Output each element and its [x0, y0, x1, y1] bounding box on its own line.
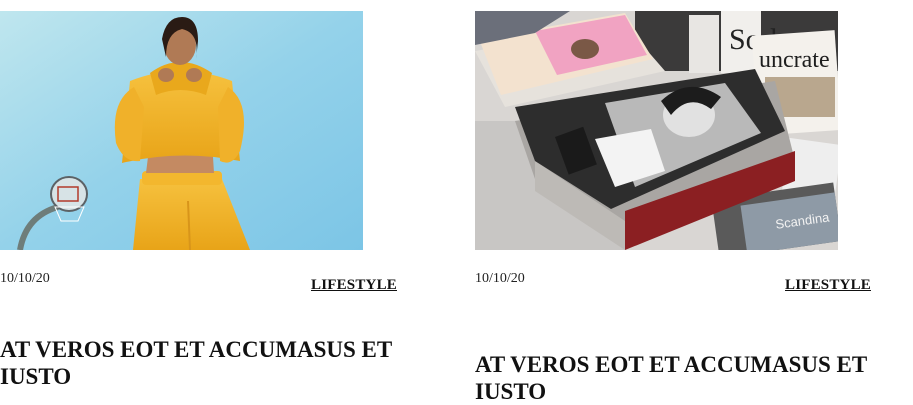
post-date: 10/10/20	[0, 271, 50, 286]
fashion-photo	[0, 11, 363, 250]
post-image-2[interactable]: Sorbet uncrate Scandina	[475, 11, 838, 250]
post-title[interactable]: AT VEROS EOT ET ACCUMASUS ET IUSTO	[475, 351, 875, 405]
category-link[interactable]: LIFESTYLE	[785, 276, 871, 294]
post-title[interactable]: AT VEROS EOT ET ACCUMASUS ET IUSTO	[0, 336, 400, 390]
magazine-cover-uncrate: uncrate	[759, 47, 830, 73]
category-link[interactable]: LIFESTYLE	[311, 276, 397, 294]
post-date: 10/10/20	[475, 271, 525, 286]
post-image-1[interactable]	[0, 11, 363, 250]
magazines-photo: Sorbet uncrate Scandina	[475, 11, 838, 250]
